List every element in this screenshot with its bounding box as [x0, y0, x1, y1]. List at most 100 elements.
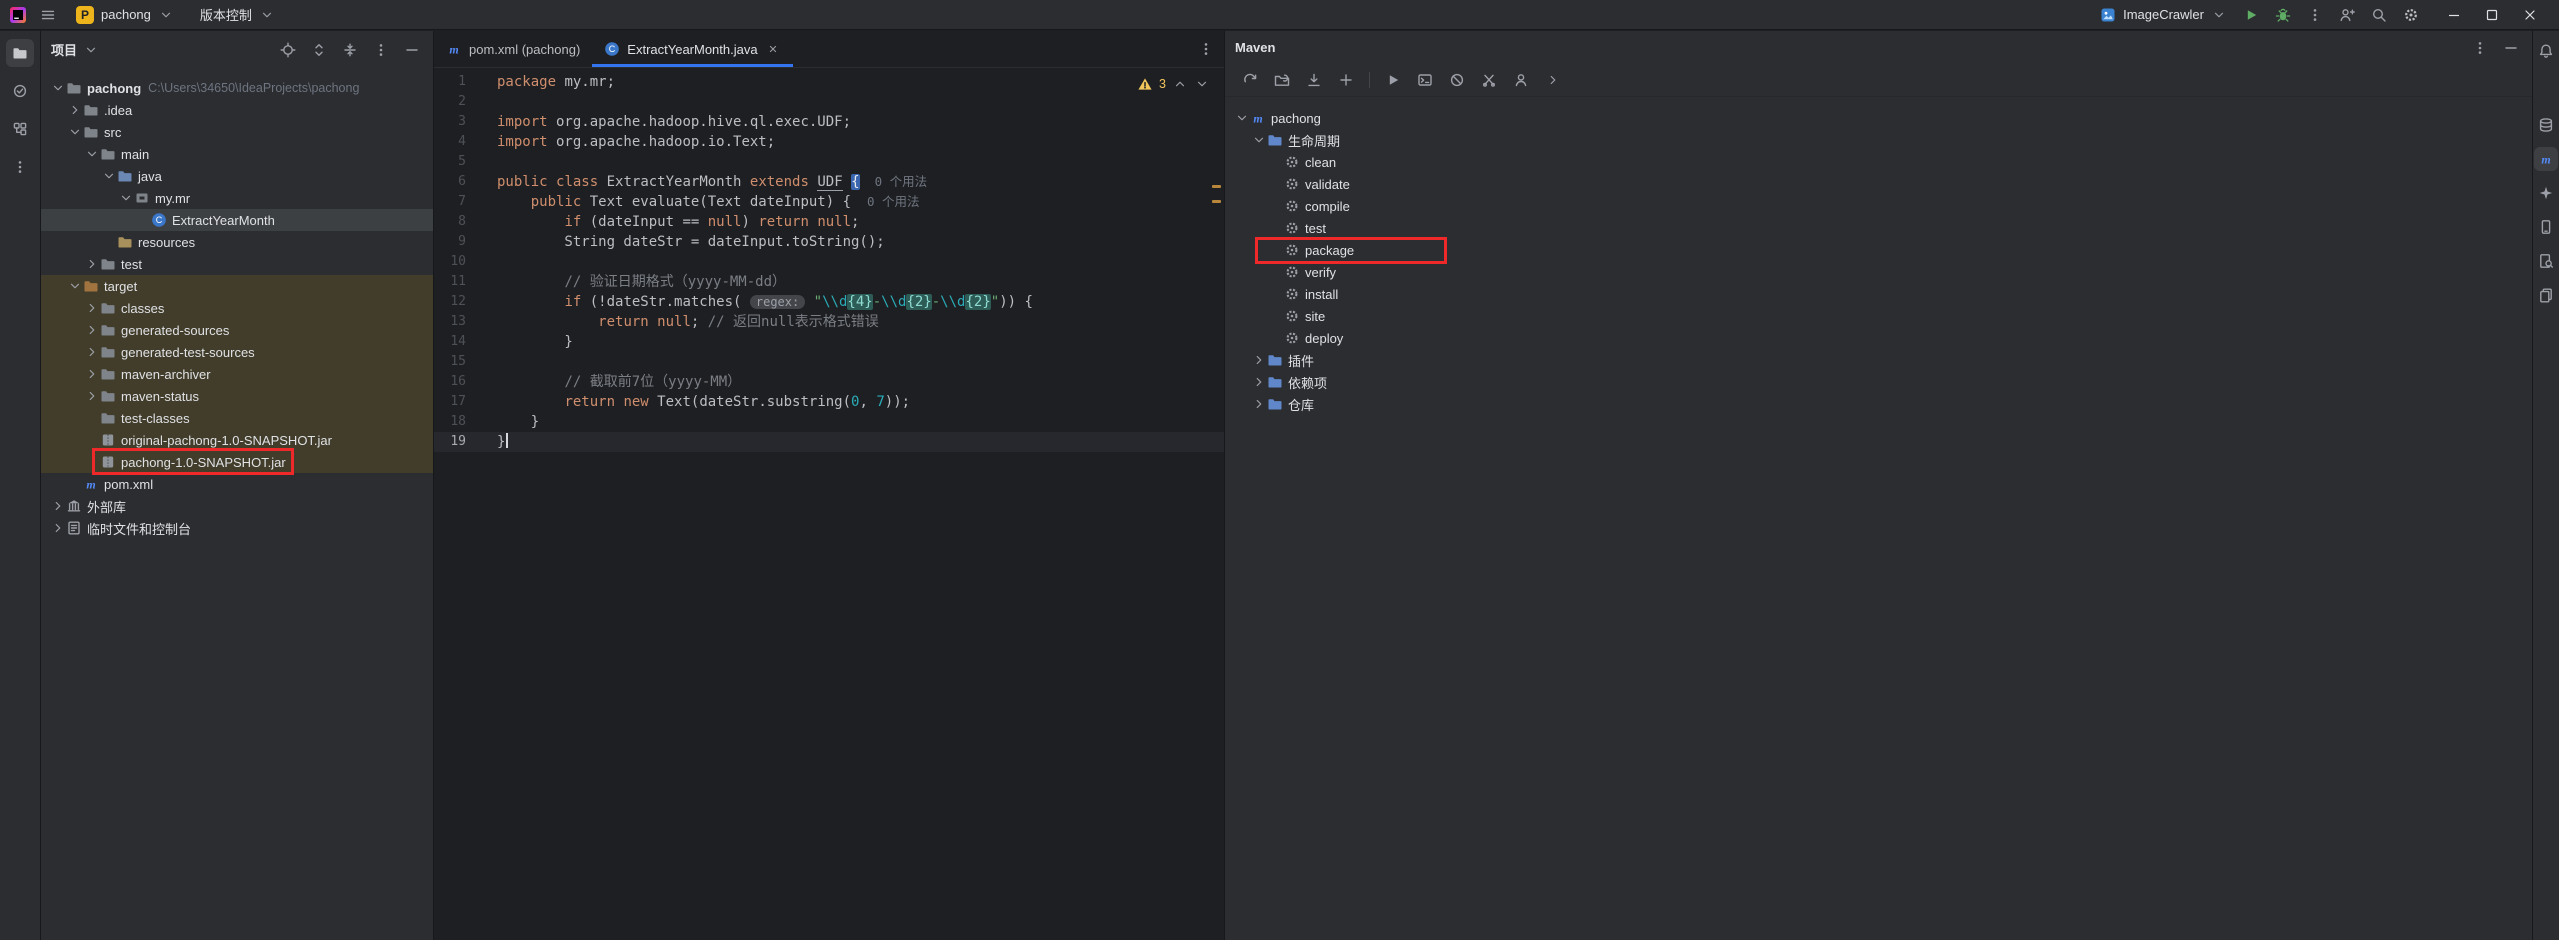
tree-item-site[interactable]: site: [1225, 305, 2532, 327]
chevron-down-icon[interactable]: [83, 42, 99, 58]
tree-item-clean[interactable]: clean: [1225, 151, 2532, 173]
code-with-me-icon[interactable]: [2339, 7, 2355, 23]
tree-item-pom.xml[interactable]: m pom.xml: [41, 473, 433, 495]
chevron-down-icon[interactable]: [66, 278, 83, 294]
code-line-3[interactable]: 3 import org.apache.hadoop.hive.ql.exec.U…: [434, 112, 1224, 132]
editor-tab-ExtractYearMonth.java[interactable]: C ExtractYearMonth.java: [592, 31, 792, 67]
code-line-5[interactable]: 5: [434, 152, 1224, 172]
expand-collapse-button[interactable]: [308, 39, 330, 61]
line-number[interactable]: 11: [434, 272, 478, 292]
project-widget[interactable]: P pachong: [70, 4, 180, 26]
code-line-19[interactable]: 19}: [434, 432, 1224, 452]
line-number[interactable]: 10: [434, 252, 478, 272]
chevron-right-icon[interactable]: [49, 498, 66, 514]
code-line-2[interactable]: 2: [434, 92, 1224, 112]
maximize-button[interactable]: [2473, 0, 2511, 30]
add-maven-project-button[interactable]: [1335, 69, 1357, 91]
chevron-right-icon[interactable]: [66, 102, 83, 118]
tree-item-generated-sources[interactable]: generated-sources: [41, 319, 433, 341]
tree-item-test[interactable]: test: [41, 253, 433, 275]
find-tool-window-button[interactable]: [2534, 249, 2558, 273]
line-number[interactable]: 2: [434, 92, 478, 112]
tree-item-pachong[interactable]: pachong C:\Users\34650\IdeaProjects\pacho…: [41, 77, 433, 99]
tree-item-original-pachong-1.0-SNAPSHOT.jar[interactable]: original-pachong-1.0-SNAPSHOT.jar: [41, 429, 433, 451]
execute-maven-goal-button[interactable]: [1414, 69, 1436, 91]
debug-button[interactable]: [2275, 7, 2291, 23]
tree-item-generated-test-sources[interactable]: generated-test-sources: [41, 341, 433, 363]
code-line-4[interactable]: 4 import org.apache.hadoop.io.Text;: [434, 132, 1224, 152]
line-number[interactable]: 1: [434, 72, 478, 92]
previous-problem-icon[interactable]: [1172, 76, 1188, 92]
tab-close-icon[interactable]: [765, 41, 781, 57]
line-number[interactable]: 15: [434, 352, 478, 372]
chevron-right-icon[interactable]: [83, 256, 100, 272]
line-number[interactable]: 7: [434, 192, 478, 212]
tree-item-classes[interactable]: classes: [41, 297, 433, 319]
chevron-right-icon[interactable]: [83, 322, 100, 338]
chevron-right-icon[interactable]: [83, 300, 100, 316]
tree-item-install[interactable]: install: [1225, 283, 2532, 305]
minimize-button[interactable]: [2435, 0, 2473, 30]
run-configuration-widget[interactable]: ImageCrawler: [2100, 7, 2227, 23]
tree-item-verify[interactable]: verify: [1225, 261, 2532, 283]
project-tool-window-button[interactable]: [6, 39, 34, 67]
tree-item-compile[interactable]: compile: [1225, 195, 2532, 217]
chevron-right-icon[interactable]: [83, 344, 100, 360]
tree-item-pachong[interactable]: m pachong: [1225, 107, 2532, 129]
tree-item-deploy[interactable]: deploy: [1225, 327, 2532, 349]
code-line-6[interactable]: 6 public class ExtractYearMonth extends U…: [434, 172, 1224, 192]
tree-item-临时文件和控制台[interactable]: 临时文件和控制台: [41, 517, 433, 539]
tree-item-test[interactable]: test: [1225, 217, 2532, 239]
more-options-button[interactable]: [370, 39, 392, 61]
code-line-12[interactable]: 12 if (!dateStr.matches( regex: "\\d{4}-…: [434, 292, 1224, 312]
maven-profiles-button[interactable]: [1510, 69, 1532, 91]
run-button[interactable]: [2243, 7, 2259, 23]
commit-tool-window-button[interactable]: [6, 77, 34, 105]
tree-item-ExtractYearMonth[interactable]: C ExtractYearMonth: [41, 209, 433, 231]
more-actions-button[interactable]: [1542, 69, 1564, 91]
reload-all-maven-projects-button[interactable]: [1239, 69, 1261, 91]
code-line-14[interactable]: 14 }: [434, 332, 1224, 352]
tree-item-外部库[interactable]: 外部库: [41, 495, 433, 517]
maven-tool-window-button[interactable]: m: [2534, 147, 2558, 171]
tree-item-resources[interactable]: resources: [41, 231, 433, 253]
settings-gear-icon[interactable]: [2403, 7, 2419, 23]
chevron-down-icon[interactable]: [83, 146, 100, 162]
code-line-16[interactable]: 16 // 截取前7位（yyyy-MM）: [434, 372, 1224, 392]
ai-assistant-tool-window-button[interactable]: [2534, 181, 2558, 205]
chevron-right-icon[interactable]: [49, 520, 66, 536]
code-editor[interactable]: 1 package my.mr; 2 3 import org.apache.hadoo…: [434, 68, 1224, 940]
database-tool-window-button[interactable]: [2534, 113, 2558, 137]
chevron-down-icon[interactable]: [100, 168, 117, 184]
line-number[interactable]: 13: [434, 312, 478, 332]
code-line-7[interactable]: 7 public Text evaluate(Text dateInput) {…: [434, 192, 1224, 212]
device-explorer-tool-window-button[interactable]: [2534, 215, 2558, 239]
main-menu-icon[interactable]: [40, 7, 56, 23]
vcs-widget[interactable]: 版本控制: [194, 3, 281, 26]
notifications-button[interactable]: [2534, 39, 2558, 63]
line-number[interactable]: 9: [434, 232, 478, 252]
line-number[interactable]: 4: [434, 132, 478, 152]
code-line-18[interactable]: 18 }: [434, 412, 1224, 432]
search-everywhere-icon[interactable]: [2371, 7, 2387, 23]
tree-item-validate[interactable]: validate: [1225, 173, 2532, 195]
code-line-10[interactable]: 10: [434, 252, 1224, 272]
chevron-right-icon[interactable]: [1250, 396, 1267, 412]
line-number[interactable]: 18: [434, 412, 478, 432]
inspection-widget[interactable]: 3: [1137, 76, 1210, 92]
code-line-15[interactable]: 15: [434, 352, 1224, 372]
close-button[interactable]: [2511, 0, 2549, 30]
tree-item-maven-status[interactable]: maven-status: [41, 385, 433, 407]
toggle-offline-mode-button[interactable]: [1446, 69, 1468, 91]
line-number[interactable]: 14: [434, 332, 478, 352]
chevron-down-icon[interactable]: [117, 190, 134, 206]
documentation-tool-window-button[interactable]: [2534, 283, 2558, 307]
chevron-right-icon[interactable]: [83, 366, 100, 382]
tree-item-main[interactable]: main: [41, 143, 433, 165]
tree-item-仓库[interactable]: 仓库: [1225, 393, 2532, 415]
line-number[interactable]: 17: [434, 392, 478, 412]
line-number[interactable]: 12: [434, 292, 478, 312]
chevron-down-icon[interactable]: [49, 80, 66, 96]
code-line-17[interactable]: 17 return new Text(dateStr.substring(0, …: [434, 392, 1224, 412]
generate-sources-and-update-folders-button[interactable]: [1271, 69, 1293, 91]
